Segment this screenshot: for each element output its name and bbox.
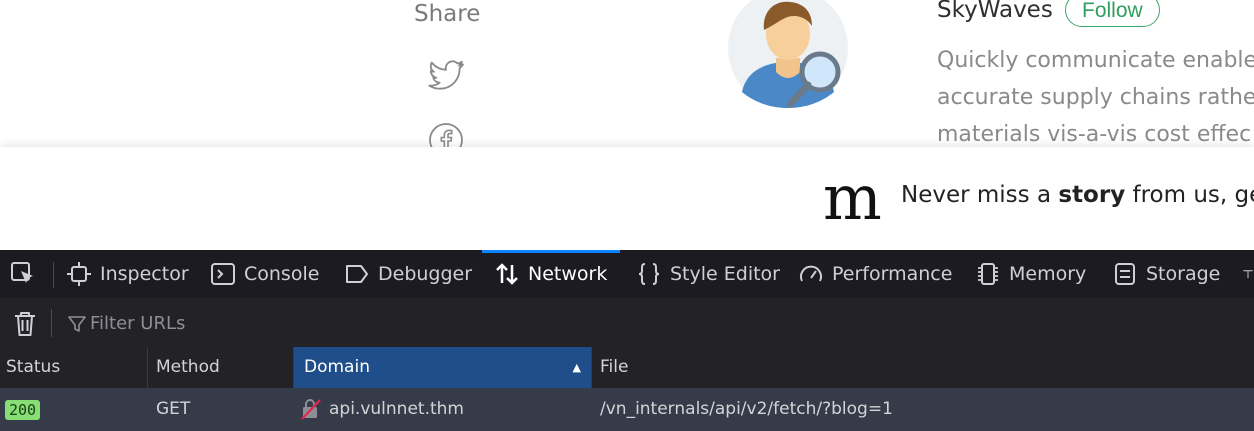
insecure-connection-icon: [301, 399, 321, 420]
filter-urls-input[interactable]: [90, 310, 490, 336]
column-file-label: File: [600, 357, 629, 377]
author-bio: Quickly communicate enable accurate supp…: [937, 42, 1254, 147]
active-tab-indicator: [482, 250, 620, 253]
signup-banner: m Never miss a story from us, ge: [0, 147, 1254, 250]
tab-storage[interactable]: Storage: [1112, 250, 1220, 298]
banner-text-start: Never miss a: [901, 182, 1059, 208]
banner-text: Never miss a story from us, ge: [901, 182, 1254, 208]
tab-inspector[interactable]: Inspector: [66, 250, 189, 298]
tab-network[interactable]: Network: [494, 250, 607, 298]
devtools-toolbar: Inspector Console Debugger Network Style…: [0, 250, 1254, 299]
element-picker-icon[interactable]: [10, 261, 36, 287]
tab-style-editor[interactable]: Style Editor: [636, 250, 780, 298]
braces-icon: [638, 263, 660, 285]
blog-page: Share SkyWaves Follow Quickly communicat…: [0, 0, 1254, 147]
tab-network-label: Network: [528, 263, 608, 285]
column-domain-label: Domain: [304, 357, 370, 377]
column-header-status[interactable]: Status: [0, 347, 148, 388]
inspector-icon: [67, 262, 91, 286]
tab-memory[interactable]: Memory: [975, 250, 1086, 298]
accessibility-icon: [1243, 270, 1253, 279]
author-name[interactable]: SkyWaves: [937, 0, 1053, 23]
network-icon: [496, 263, 518, 285]
gauge-icon: [800, 265, 822, 282]
column-header-domain[interactable]: Domain ▲: [294, 347, 592, 388]
column-method-label: Method: [156, 357, 220, 377]
tab-performance[interactable]: Performance: [798, 250, 952, 298]
column-header-file[interactable]: File: [592, 347, 1254, 388]
tab-overflow[interactable]: [1242, 250, 1254, 298]
tab-memory-label: Memory: [1009, 263, 1087, 285]
bio-line: Quickly communicate enable: [937, 48, 1254, 73]
banner-text-bold: story: [1058, 182, 1126, 208]
banner-text-end: from us, ge: [1125, 182, 1254, 208]
tab-inspector-label: Inspector: [100, 263, 189, 285]
medium-logo[interactable]: m: [823, 167, 882, 229]
tab-debugger[interactable]: Debugger: [344, 250, 472, 298]
sort-ascending-icon: ▲: [572, 361, 581, 374]
follow-button[interactable]: Follow: [1065, 0, 1160, 27]
tab-console[interactable]: Console: [210, 250, 319, 298]
status-badge: 200: [5, 400, 41, 420]
console-icon: [211, 263, 235, 285]
table-row[interactable]: 200 GET api.vulnnet.thm /vn_internals/ap…: [0, 388, 1254, 431]
tab-debugger-label: Debugger: [378, 263, 473, 285]
column-status-label: Status: [6, 357, 61, 377]
method-cell: GET: [156, 399, 191, 419]
trash-icon[interactable]: [12, 310, 38, 338]
author-avatar[interactable]: [728, 0, 848, 108]
bio-line: accurate supply chains rathe: [937, 85, 1254, 110]
tab-storage-label: Storage: [1146, 263, 1221, 285]
toolbar-separator: [53, 262, 54, 288]
bio-line: materials vis-a-vis cost effec: [937, 122, 1252, 147]
memory-chip-icon: [978, 263, 998, 285]
tab-console-label: Console: [244, 263, 320, 285]
twitter-icon[interactable]: [427, 60, 465, 92]
filter-icon: [68, 316, 86, 332]
devtools-panel: Inspector Console Debugger Network Style…: [0, 250, 1254, 431]
share-label: Share: [414, 1, 481, 27]
debugger-icon: [346, 265, 368, 283]
storage-icon: [1115, 263, 1135, 285]
facebook-icon[interactable]: [428, 122, 464, 147]
tab-style-editor-label: Style Editor: [670, 263, 780, 285]
domain-cell: api.vulnnet.thm: [329, 399, 464, 419]
file-cell: /vn_internals/api/v2/fetch/?blog=1: [600, 399, 893, 419]
column-header-method[interactable]: Method: [148, 347, 294, 388]
requests-table-header: Status Method Domain ▲ File: [0, 347, 1254, 389]
tab-performance-label: Performance: [832, 263, 953, 285]
toolbar-separator: [51, 309, 52, 337]
